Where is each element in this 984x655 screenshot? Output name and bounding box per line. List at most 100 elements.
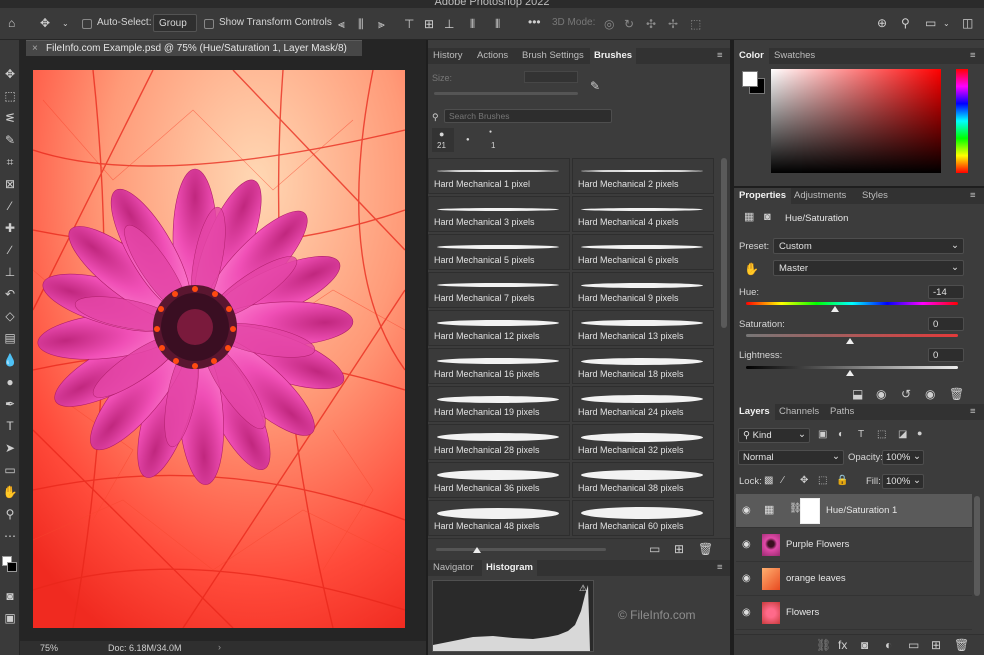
layer-row-hue-saturation[interactable]: ◉ ▦ ⛓ Hue/Saturation 1 xyxy=(736,494,972,528)
targeted-adjustment-icon[interactable]: ✋ xyxy=(744,263,759,275)
brush-item[interactable]: Hard Mechanical 4 pixels xyxy=(572,196,714,232)
tab-styles[interactable]: Styles xyxy=(862,190,888,201)
hue-slider-thumb[interactable] xyxy=(831,306,839,312)
panel-menu-icon[interactable]: ≡ xyxy=(717,562,723,573)
brush-item[interactable]: Hard Mechanical 38 pixels xyxy=(572,462,714,498)
brush-scrollbar[interactable] xyxy=(721,158,727,328)
type-tool-icon[interactable]: T xyxy=(2,418,18,434)
healing-brush-icon[interactable]: ✚ xyxy=(2,220,18,236)
quick-select-tool-icon[interactable]: ✎ xyxy=(2,132,18,148)
quick-mask-icon[interactable]: ◙ xyxy=(2,588,18,604)
show-transform-checkbox[interactable] xyxy=(204,19,214,29)
canvas-image[interactable] xyxy=(33,70,405,628)
dodge-tool-icon[interactable]: ● xyxy=(2,374,18,390)
filter-toggle-icon[interactable]: ● xyxy=(917,427,922,439)
blur-tool-icon[interactable]: 💧 xyxy=(2,352,18,368)
document-tab[interactable]: × FileInfo.com Example.psd @ 75% (Hue/Sa… xyxy=(26,40,362,56)
visibility-eye-icon[interactable]: ◉ xyxy=(742,607,751,618)
panel-menu-icon[interactable]: ≡ xyxy=(970,190,976,201)
filter-smart-object-icon[interactable]: ◪ xyxy=(898,429,907,441)
saturation-slider-thumb[interactable] xyxy=(846,338,854,344)
brush-item[interactable]: Hard Mechanical 48 pixels xyxy=(428,500,570,536)
stamp-tool-icon[interactable]: ⊥ xyxy=(2,264,18,280)
shape-tool-icon[interactable]: ▭ xyxy=(2,462,18,478)
zoom-level[interactable]: 75% xyxy=(40,643,58,653)
lightness-slider-thumb[interactable] xyxy=(846,370,854,376)
add-mask-icon[interactable]: ◙ xyxy=(861,639,868,651)
screen-mode-icon[interactable]: ▣ xyxy=(2,610,18,626)
panel-menu-icon[interactable]: ≡ xyxy=(970,50,976,61)
lightness-input[interactable]: 0 xyxy=(928,348,964,362)
align-middle-icon[interactable]: ⊞ xyxy=(424,18,434,30)
background-color-swatch[interactable] xyxy=(7,562,17,572)
pen-tool-icon[interactable]: ✒ xyxy=(2,396,18,412)
new-group-icon[interactable]: ▭ xyxy=(908,639,919,651)
chevron-right-icon[interactable]: › xyxy=(218,642,221,652)
move-tool-icon[interactable]: ✥ xyxy=(2,66,18,82)
lightness-slider[interactable] xyxy=(746,366,958,369)
brush-item[interactable]: Hard Mechanical 12 pixels xyxy=(428,310,570,346)
distribute-spacing-icon[interactable]: ⦀ xyxy=(495,18,500,30)
view-previous-icon[interactable]: ◉ xyxy=(876,388,886,400)
brush-item[interactable]: Hard Mechanical 7 pixels xyxy=(428,272,570,308)
3d-orbit-icon[interactable]: ◎ xyxy=(604,18,614,30)
lock-artboard-icon[interactable]: ⬚ xyxy=(818,475,827,487)
saturation-slider[interactable] xyxy=(746,334,958,337)
hand-tool-icon[interactable]: ✋ xyxy=(2,484,18,500)
warning-icon[interactable]: ⚠ xyxy=(579,583,587,594)
eraser-tool-icon[interactable]: ◇ xyxy=(2,308,18,324)
lock-position-icon[interactable]: ✥ xyxy=(800,475,808,487)
align-right-icon[interactable]: ⫸ xyxy=(378,18,385,30)
mask-icon[interactable]: ◙ xyxy=(764,211,771,223)
lock-transparency-icon[interactable]: ▩ xyxy=(764,475,773,487)
visibility-icon[interactable]: ◉ xyxy=(925,388,935,400)
fx-icon[interactable]: fx xyxy=(838,639,847,651)
fill-input[interactable]: 100% ⌄ xyxy=(882,474,924,489)
lock-pixels-icon[interactable]: ∕ xyxy=(782,475,784,487)
3d-roll-icon[interactable]: ↻ xyxy=(624,18,634,30)
brush-item[interactable]: Hard Mechanical 2 pixels xyxy=(572,158,714,194)
filter-pixel-icon[interactable]: ▣ xyxy=(818,429,827,441)
lock-all-icon[interactable]: 🔒 xyxy=(836,475,848,487)
hue-strip[interactable] xyxy=(956,69,968,173)
crop-tool-icon[interactable]: ⌗ xyxy=(2,154,18,170)
brush-item[interactable]: Hard Mechanical 28 pixels xyxy=(428,424,570,460)
home-icon[interactable]: ⌂ xyxy=(8,17,15,29)
visibility-eye-icon[interactable]: ◉ xyxy=(742,505,751,516)
new-brush-icon[interactable]: ✎ xyxy=(590,80,600,92)
tab-swatches[interactable]: Swatches xyxy=(774,50,815,61)
layer-row-purple-flowers[interactable]: ◉ Purple Flowers xyxy=(736,528,972,562)
color-picker-field[interactable] xyxy=(771,69,941,173)
layer-row-orange-leaves[interactable]: ◉ orange leaves xyxy=(736,562,972,596)
tab-color[interactable]: Color xyxy=(734,48,769,64)
new-layer-icon[interactable]: ⊞ xyxy=(931,639,941,651)
tab-layers[interactable]: Layers xyxy=(734,404,775,420)
brush-item[interactable]: Hard Mechanical 60 pixels xyxy=(572,500,714,536)
3d-scale-icon[interactable]: ⬚ xyxy=(690,18,701,30)
brush-item[interactable]: Hard Mechanical 18 pixels xyxy=(572,348,714,384)
share-icon[interactable]: ⊕ xyxy=(877,17,887,29)
path-select-icon[interactable]: ➤ xyxy=(2,440,18,456)
filter-type-icon[interactable]: T xyxy=(858,429,864,441)
filter-adjustment-icon[interactable]: ◐ xyxy=(838,429,844,441)
size-input[interactable] xyxy=(524,71,578,83)
brush-item[interactable]: Hard Mechanical 3 pixels xyxy=(428,196,570,232)
search-icon[interactable]: ⚲ xyxy=(901,17,910,29)
size-slider[interactable] xyxy=(434,92,578,95)
align-left-icon[interactable]: ⫷ xyxy=(338,18,345,30)
brush-item[interactable]: Hard Mechanical 6 pixels xyxy=(572,234,714,270)
tab-actions[interactable]: Actions xyxy=(477,50,508,61)
add-brush-icon[interactable]: ⊞ xyxy=(674,543,684,555)
close-icon[interactable]: × xyxy=(32,43,38,54)
layer-row-flowers[interactable]: ◉ Flowers xyxy=(736,596,972,630)
trash-icon[interactable]: 🗑 xyxy=(698,543,713,555)
lasso-tool-icon[interactable]: ᓬ xyxy=(2,110,18,126)
brush-item[interactable]: Hard Mechanical 5 pixels xyxy=(428,234,570,270)
gradient-tool-icon[interactable]: ▤ xyxy=(2,330,18,346)
tab-paths[interactable]: Paths xyxy=(830,406,854,417)
brush-item[interactable]: Hard Mechanical 16 pixels xyxy=(428,348,570,384)
new-adjustment-icon[interactable]: ◐ xyxy=(885,639,892,651)
more-options-icon[interactable]: ••• xyxy=(528,16,541,28)
brush-tool-icon[interactable]: ∕ xyxy=(2,242,18,258)
auto-select-dropdown[interactable]: Group xyxy=(153,14,197,32)
